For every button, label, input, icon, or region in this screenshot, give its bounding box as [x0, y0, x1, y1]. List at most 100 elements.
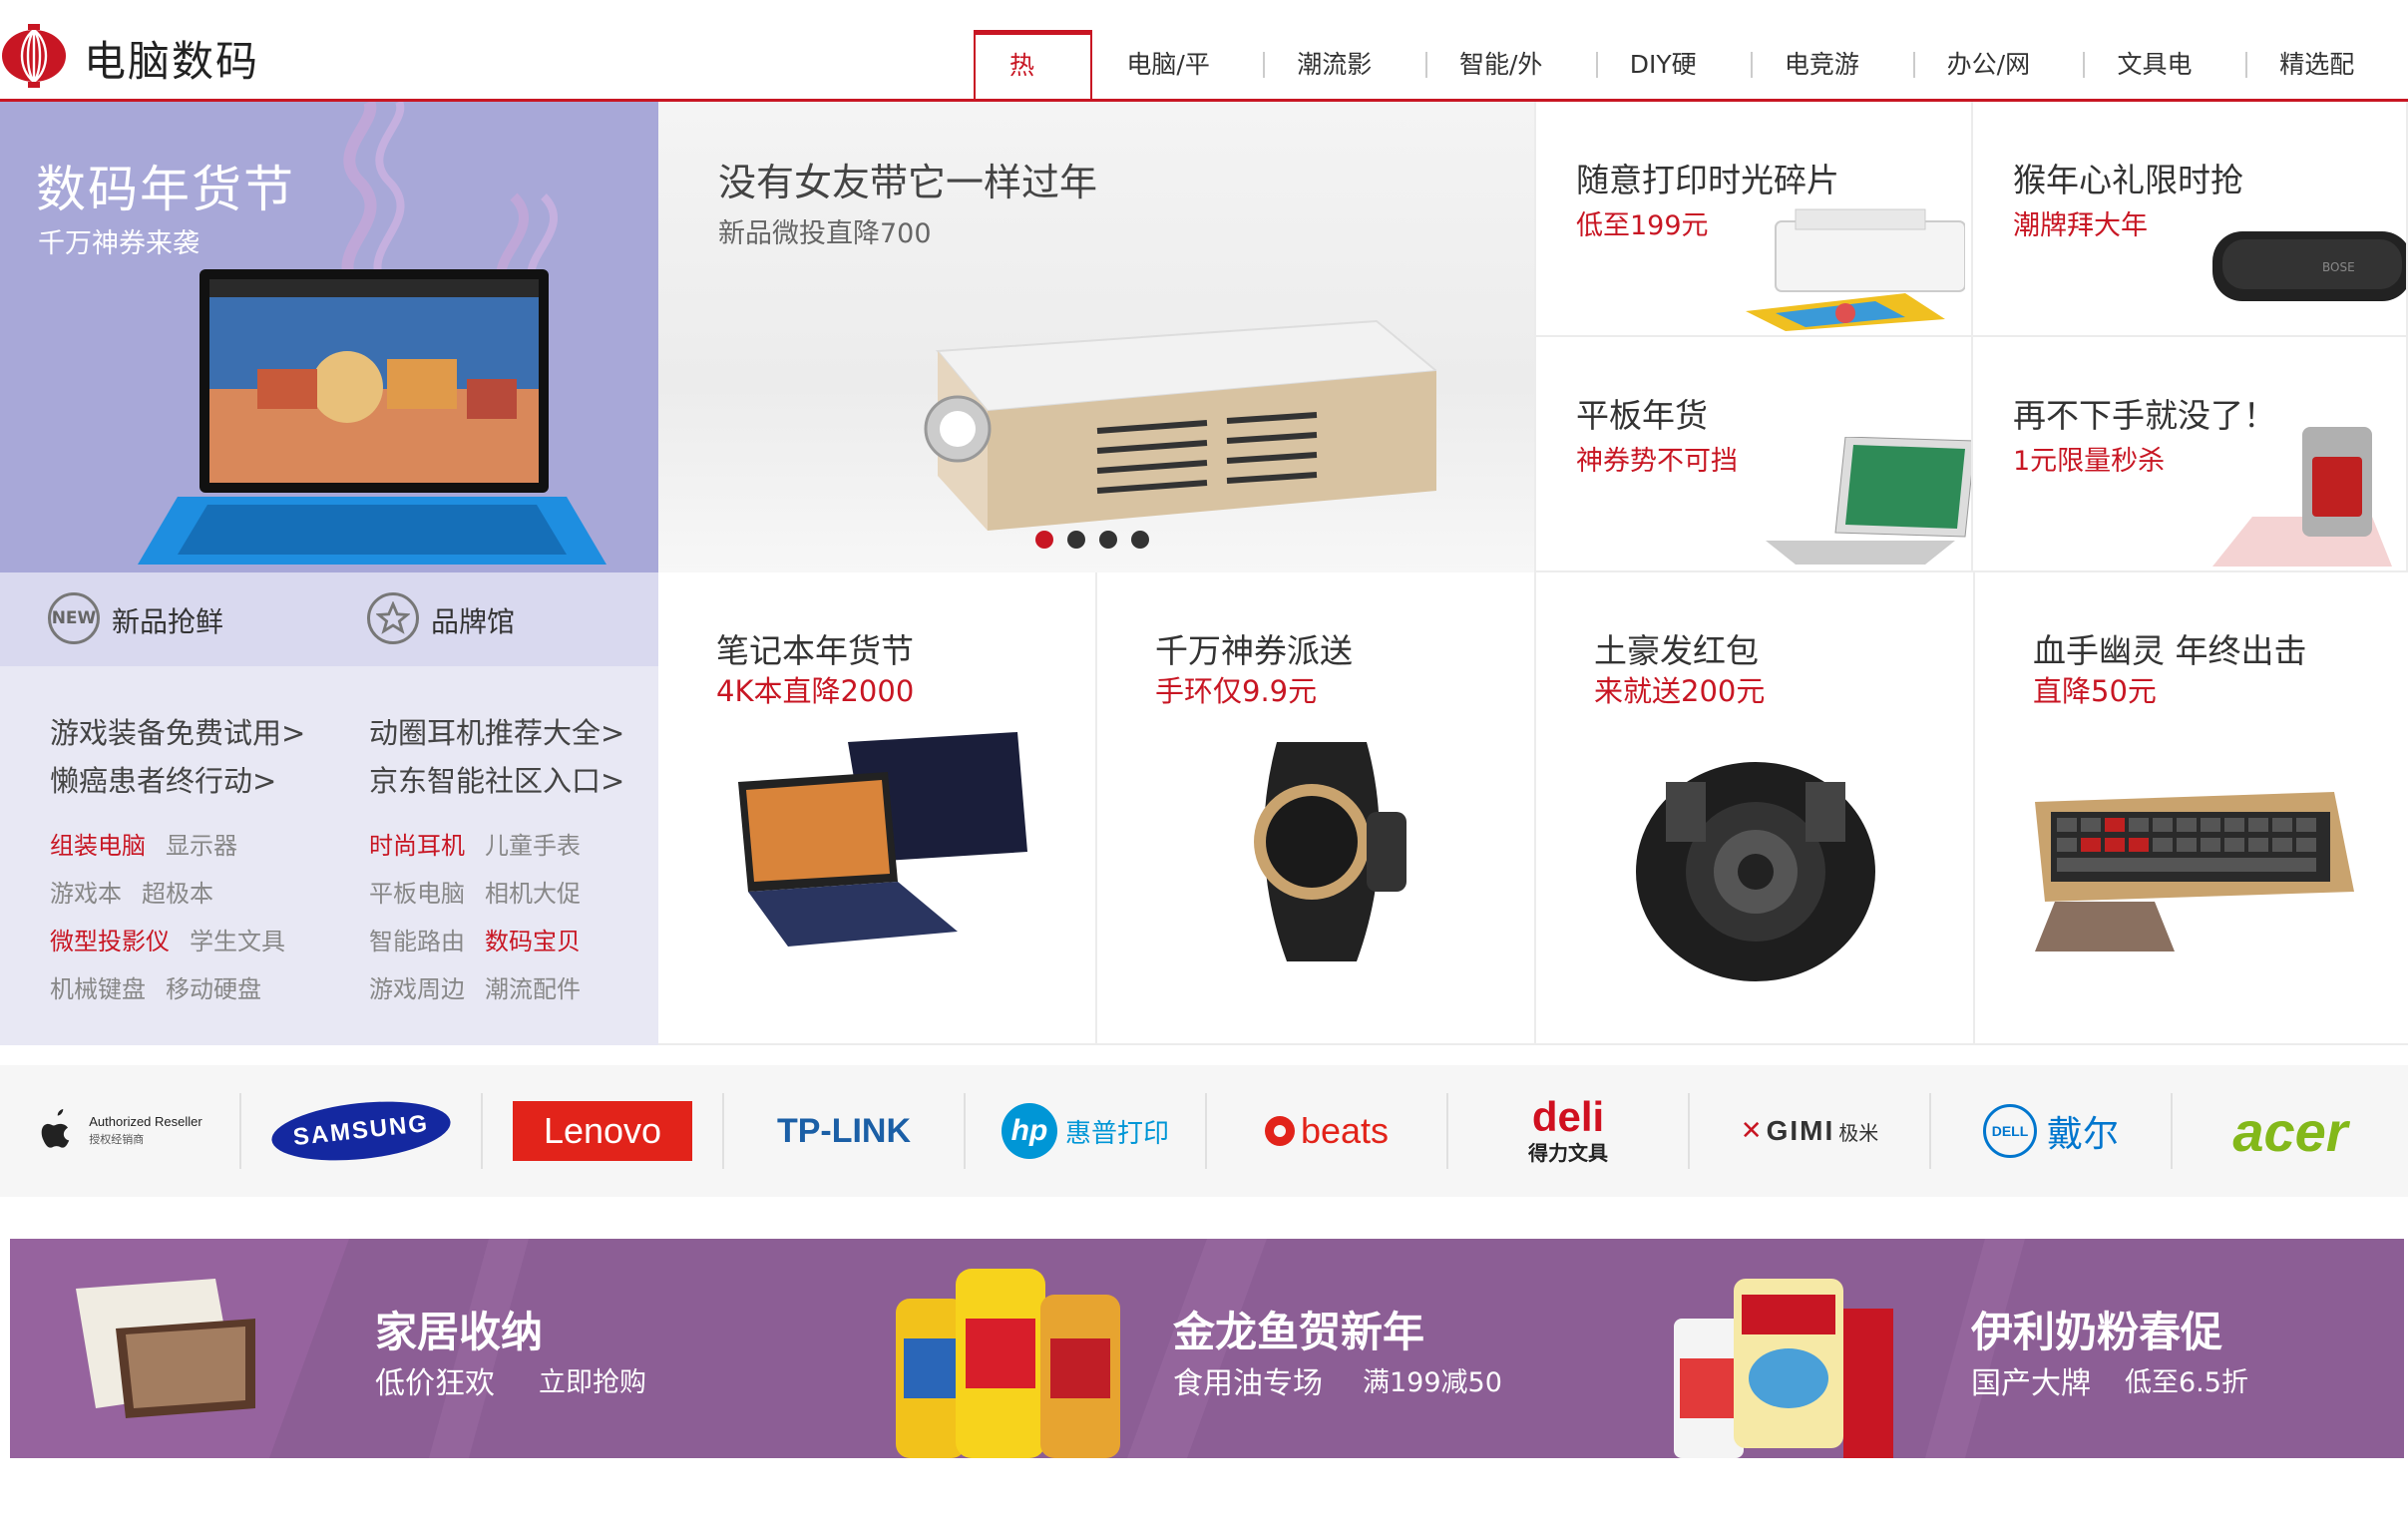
- hero-banner-digital-festival[interactable]: 数码年货节 千万神券来袭: [0, 102, 658, 572]
- bottom-promo-sub2: 低至6.5折: [2125, 1367, 2248, 1398]
- new-products-link[interactable]: 新品抢鲜: [112, 600, 223, 640]
- brand-lenovo[interactable]: Lenovo: [483, 1065, 722, 1197]
- smart-band-image: [1254, 742, 1406, 961]
- bottom-promo-title: 金龙鱼贺新年: [1173, 1308, 1425, 1356]
- brand-tplink[interactable]: TP-LINK: [724, 1065, 964, 1197]
- brand-gimi[interactable]: ✕ GIMI 极米: [1690, 1065, 1929, 1197]
- brand-apple[interactable]: Authorized Reseller 授权经销商: [0, 1065, 239, 1197]
- new-badge-icon[interactable]: NEW: [48, 592, 100, 644]
- category-tabs: 热门 电脑/平板 潮流影音 智能/外设 DIY硬件 电竞游戏 办公/网络 文具电…: [974, 30, 2408, 149]
- dell-text: 戴尔: [2046, 1114, 2119, 1155]
- promo-tablet[interactable]: 平板年货 神券势不可挡: [1534, 337, 1973, 572]
- deli-logo: deli: [1531, 1092, 1605, 1140]
- projector-image: [924, 319, 1436, 531]
- page-title: 电脑数码: [84, 37, 260, 86]
- link-tablet[interactable]: 平板电脑: [369, 874, 465, 909]
- link-smart-router[interactable]: 智能路由: [369, 922, 465, 956]
- promo-subtitle: 潮牌拜大年: [2013, 210, 2148, 241]
- brand-beats[interactable]: beats: [1207, 1065, 1446, 1197]
- link-mech-keyboard[interactable]: 机械键盘: [50, 969, 146, 1004]
- carousel-dot-1[interactable]: [1035, 531, 1053, 549]
- tab-audio-video[interactable]: 潮流影音: [1263, 30, 1425, 149]
- samsung-logo: SAMSUNG: [268, 1093, 454, 1169]
- bottom-promo-title: 伊利奶粉春促: [1971, 1308, 2223, 1356]
- tab-accessories[interactable]: 精选配件: [2245, 30, 2408, 149]
- laptop-image: [1766, 437, 1971, 565]
- product-subtitle: 手环仅9.9元: [1155, 674, 1318, 708]
- deli-text: 得力文具: [1528, 1140, 1608, 1165]
- keyboard-image: [2035, 792, 2354, 951]
- link-game-gear[interactable]: 游戏装备免费试用>: [50, 710, 305, 752]
- projection-keyboard-image: [2212, 427, 2392, 567]
- bottom-promo-sub1: 食用油专场: [1173, 1366, 1323, 1401]
- star-icon[interactable]: [367, 592, 419, 644]
- tab-smart-peripherals[interactable]: 智能/外设: [1424, 30, 1596, 149]
- brand-hp[interactable]: hp 惠普打印: [966, 1065, 1205, 1197]
- link-monitor[interactable]: 显示器: [166, 826, 237, 861]
- bottom-promo-sub1: 国产大牌: [1971, 1366, 2091, 1401]
- product-card-keyboard[interactable]: 血手幽灵 年终出击 直降50元: [1973, 572, 2408, 1045]
- promo-title: 猴年心礼限时抢: [2013, 161, 2243, 199]
- link-lazy-action[interactable]: 懒癌患者终行动>: [50, 758, 276, 800]
- bottom-promo-home-storage[interactable]: 家居收纳 低价狂欢 立即抢购: [10, 1239, 808, 1458]
- link-kids-watch[interactable]: 儿童手表: [485, 826, 581, 861]
- link-camera-sale[interactable]: 相机大促: [485, 874, 581, 909]
- link-gaming-laptop[interactable]: 游戏本: [50, 874, 122, 909]
- link-digital-gems[interactable]: 数码宝贝: [485, 922, 581, 956]
- tab-esports[interactable]: 电竞游戏: [1750, 30, 1913, 149]
- brand-hall-link[interactable]: 品牌馆: [431, 600, 515, 640]
- link-ultrabook[interactable]: 超极本: [142, 874, 213, 909]
- bottom-promo-milk-powder[interactable]: 伊利奶粉春促 国产大牌 低至6.5折: [1606, 1239, 2404, 1458]
- carousel-dot-4[interactable]: [1131, 531, 1149, 549]
- link-smart-community[interactable]: 京东智能社区入口>: [369, 758, 624, 800]
- lantern-logo-icon[interactable]: [0, 20, 72, 92]
- link-headphones[interactable]: 动圈耳机推荐大全>: [369, 710, 624, 752]
- promo-printer[interactable]: 随意打印时光碎片 低至199元: [1534, 102, 1973, 337]
- brand-strip: Authorized Reseller 授权经销商 SAMSUNG Lenovo…: [0, 1065, 2408, 1197]
- bottom-promo-sub2: 满199减50: [1363, 1367, 1502, 1398]
- beats-logo-icon: [1264, 1116, 1295, 1146]
- promo-subtitle: 1元限量秒杀: [2013, 446, 2166, 477]
- brand-dell[interactable]: DELL 戴尔: [1931, 1065, 2171, 1197]
- product-card-laptop[interactable]: 笔记本年货节 4K本直降2000: [658, 572, 1095, 1045]
- gimi-text: 极米: [1838, 1120, 1879, 1145]
- side-panel-header: NEW 新品抢鲜 品牌馆: [0, 572, 658, 666]
- brand-samsung[interactable]: SAMSUNG: [241, 1065, 481, 1197]
- product-card-band[interactable]: 千万神券派送 手环仅9.9元: [1095, 572, 1534, 1045]
- tab-hot[interactable]: 热门: [974, 30, 1093, 142]
- product-card-redpacket[interactable]: 土豪发红包 来就送200元: [1534, 572, 1973, 1045]
- tab-office-network[interactable]: 办公/网络: [1912, 30, 2084, 149]
- carousel-dot-3[interactable]: [1099, 531, 1117, 549]
- link-trendy-accessories[interactable]: 潮流配件: [485, 969, 581, 1004]
- towel-box-image: [76, 1279, 255, 1418]
- promo-subtitle: 神券势不可挡: [1576, 446, 1738, 477]
- promo-flash-sale[interactable]: 再不下手就没了！ 1元限量秒杀: [1973, 337, 2408, 572]
- link-game-peripherals[interactable]: 游戏周边: [369, 969, 465, 1004]
- link-fashion-headphones[interactable]: 时尚耳机: [369, 826, 465, 861]
- product-title: 血手幽灵 年终出击: [2033, 631, 2307, 670]
- tab-stationery[interactable]: 文具电教: [2083, 30, 2245, 149]
- product-title: 土豪发红包: [1594, 631, 1759, 670]
- brand-acer[interactable]: acer: [2173, 1065, 2408, 1197]
- link-mini-projector[interactable]: 微型投影仪: [50, 922, 170, 956]
- bottom-promo-cooking-oil[interactable]: 金龙鱼贺新年 食用油专场 满199减50: [808, 1239, 1606, 1458]
- hp-logo-icon: hp: [1001, 1103, 1057, 1159]
- bottom-promo-banner: 家居收纳 低价狂欢 立即抢购 金龙鱼贺新年 食用油专场 满199减50 伊利奶粉…: [10, 1239, 2404, 1458]
- carousel-title: 没有女友带它一样过年: [718, 161, 1098, 204]
- link-portable-hdd[interactable]: 移动硬盘: [166, 969, 261, 1004]
- tab-computer-tablet[interactable]: 电脑/平板: [1092, 30, 1263, 149]
- promo-title: 随意打印时光碎片: [1576, 161, 1839, 199]
- brand-deli[interactable]: deli 得力文具: [1448, 1065, 1688, 1197]
- bottom-promo-sub2: 立即抢购: [539, 1367, 646, 1398]
- svg-text:BOSE: BOSE: [2322, 260, 2355, 274]
- engine-image: [1636, 762, 1875, 981]
- dell-logo-icon: DELL: [1982, 1104, 2037, 1158]
- link-assembled-pc[interactable]: 组装电脑: [50, 826, 146, 861]
- hero-carousel[interactable]: 没有女友带它一样过年 新品微投直降700: [658, 102, 1534, 572]
- carousel-dot-2[interactable]: [1067, 531, 1085, 549]
- tab-diy-hardware[interactable]: DIY硬件: [1595, 30, 1751, 149]
- link-stationery[interactable]: 学生文具: [190, 922, 285, 956]
- bottom-promo-sub1: 低价狂欢: [375, 1366, 495, 1401]
- promo-speaker[interactable]: 猴年心礼限时抢 潮牌拜大年 BOSE: [1973, 102, 2408, 337]
- product-title: 笔记本年货节: [716, 631, 914, 670]
